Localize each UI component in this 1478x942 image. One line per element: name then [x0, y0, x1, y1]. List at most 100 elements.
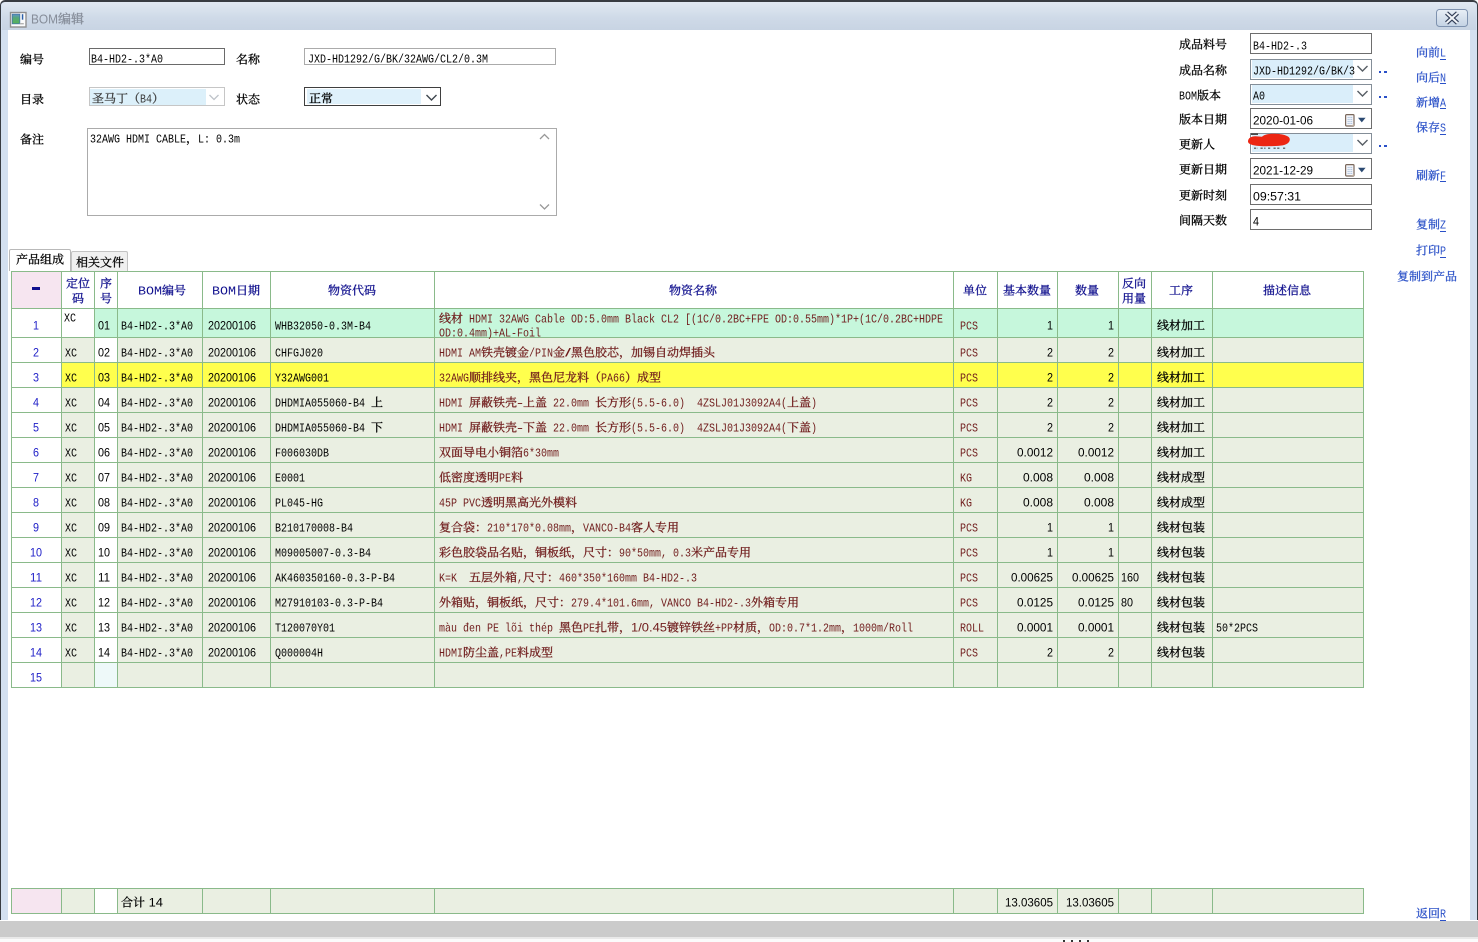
- svg-text:15: 15: [30, 670, 42, 684]
- svg-text:20200106: 20200106: [208, 645, 256, 659]
- svg-text:210*170*0.08mm: 210*170*0.08mm: [487, 521, 571, 535]
- svg-text:1: 1: [1108, 520, 1114, 534]
- svg-text:2: 2: [1047, 420, 1053, 434]
- svg-text:20200106: 20200106: [208, 595, 256, 609]
- svg-text:B4-HD2-.3*A0: B4-HD2-.3*A0: [121, 646, 193, 660]
- svg-text:,PE: ,PE: [499, 646, 517, 660]
- svg-text:2: 2: [1047, 345, 1053, 359]
- svg-text:11: 11: [98, 570, 110, 584]
- svg-text:01: 01: [98, 318, 110, 332]
- svg-text:2: 2: [1047, 395, 1053, 409]
- svg-text:OD:0.7*1.2mm: OD:0.7*1.2mm: [769, 621, 841, 635]
- svg-text:2: 2: [1047, 370, 1053, 384]
- svg-text:XC: XC: [65, 346, 77, 360]
- svg-text:1: 1: [1047, 520, 1053, 534]
- svg-text:22.0mm: 22.0mm: [547, 421, 595, 435]
- svg-text:PCS: PCS: [960, 446, 978, 460]
- svg-text:32AWG: 32AWG: [439, 371, 469, 385]
- svg-text:CHFGJ020: CHFGJ020: [275, 346, 323, 360]
- svg-text:09: 09: [98, 520, 110, 534]
- svg-text:90*50mm, 0.3: 90*50mm, 0.3: [619, 546, 691, 560]
- svg-text:5: 5: [33, 420, 39, 434]
- svg-text:,: ,: [517, 571, 523, 585]
- svg-text:BOM: BOM: [138, 285, 162, 299]
- svg-text:màu đen PE lõi thép: màu đen PE lõi thép: [439, 621, 559, 635]
- svg-text:05: 05: [98, 420, 110, 434]
- svg-text:11: 11: [30, 570, 42, 584]
- svg-text:PCS: PCS: [960, 521, 978, 535]
- svg-text:PL045-HG: PL045-HG: [275, 496, 323, 510]
- svg-text:B4-HD2-.3*A0: B4-HD2-.3*A0: [121, 471, 193, 485]
- svg-text:PCS: PCS: [960, 319, 978, 333]
- svg-text:1000m/Roll: 1000m/Roll: [853, 621, 913, 635]
- svg-text:KG: KG: [960, 471, 972, 485]
- svg-text:B4: B4: [140, 93, 152, 107]
- svg-text:XC: XC: [65, 646, 77, 660]
- svg-text:HDMI: HDMI: [439, 396, 469, 410]
- svg-text:0.008: 0.008: [1023, 495, 1053, 509]
- svg-text:20200106: 20200106: [208, 370, 256, 384]
- svg-text:20200106: 20200106: [208, 445, 256, 459]
- svg-text:HDMI: HDMI: [439, 421, 469, 435]
- svg-text:B4-HD2-.3*A0: B4-HD2-.3*A0: [121, 421, 193, 435]
- svg-text:8: 8: [33, 495, 39, 509]
- svg-text:M27910103-0.3-P-B4: M27910103-0.3-P-B4: [275, 596, 383, 610]
- svg-text:B4-HD2-.3*A0: B4-HD2-.3*A0: [121, 346, 193, 360]
- svg-text:Q000004H: Q000004H: [275, 646, 323, 660]
- svg-text:0.0125: 0.0125: [1078, 595, 1114, 609]
- svg-text:2: 2: [1108, 645, 1114, 659]
- svg-text:20200106: 20200106: [208, 345, 256, 359]
- svg-text:K=K: K=K: [439, 571, 469, 585]
- svg-text:DHDMIA055060-B4: DHDMIA055060-B4: [275, 396, 371, 410]
- svg-text:2: 2: [33, 345, 39, 359]
- svg-text:BOM: BOM: [212, 285, 236, 299]
- svg-text:20200106: 20200106: [208, 495, 256, 509]
- svg-text:JXD-HD1292/G/BK/3: JXD-HD1292/G/BK/3: [1253, 65, 1355, 79]
- svg-text:08: 08: [98, 495, 110, 509]
- svg-text:13.03605: 13.03605: [1066, 895, 1114, 909]
- svg-text:14: 14: [98, 645, 110, 659]
- svg-text:(5.5-6.0) 4ZSLJ01J3092A4(: (5.5-6.0) 4ZSLJ01J3092A4(: [631, 396, 787, 410]
- svg-text:02: 02: [98, 345, 110, 359]
- svg-text:2: 2: [1108, 420, 1114, 434]
- svg-text:PCS: PCS: [960, 346, 978, 360]
- svg-text:ROLL: ROLL: [960, 621, 984, 635]
- svg-text:PCS: PCS: [960, 371, 978, 385]
- svg-text:WHB32050-0.3M-B4: WHB32050-0.3M-B4: [275, 319, 371, 333]
- svg-text:XC: XC: [65, 546, 77, 560]
- svg-text:4: 4: [1253, 214, 1259, 228]
- svg-text:1/0.45: 1/0.45: [631, 620, 667, 634]
- svg-text:B4-HD2-.3*A0: B4-HD2-.3*A0: [121, 371, 193, 385]
- svg-text:OD:0.4mm)+AL-Foil: OD:0.4mm)+AL-Foil: [439, 327, 541, 341]
- svg-text:XC: XC: [65, 571, 77, 585]
- svg-text:04: 04: [98, 395, 110, 409]
- svg-text:20200106: 20200106: [208, 318, 256, 332]
- svg-text:B4-HD2-.3*A0: B4-HD2-.3*A0: [121, 496, 193, 510]
- svg-text:20200106: 20200106: [208, 570, 256, 584]
- svg-text:BOM: BOM: [31, 11, 58, 26]
- svg-text:-: -: [517, 395, 523, 409]
- svg-text:B4-HD2-.3*A0: B4-HD2-.3*A0: [121, 319, 193, 333]
- svg-text:1: 1: [1047, 545, 1053, 559]
- svg-text:160: 160: [1121, 570, 1139, 584]
- svg-text:(5.5-6.0) 4ZSLJ01J3092A4(: (5.5-6.0) 4ZSLJ01J3092A4(: [631, 421, 787, 435]
- svg-text:0.00625: 0.00625: [1011, 570, 1053, 584]
- svg-text:279.4*101.6mm, VANCO B4-HD2-.3: 279.4*101.6mm, VANCO B4-HD2-.3: [571, 596, 751, 610]
- svg-text:XC: XC: [65, 596, 77, 610]
- svg-text:80: 80: [1121, 595, 1133, 609]
- svg-text:0.0125: 0.0125: [1017, 595, 1053, 609]
- svg-text:F006030DB: F006030DB: [275, 446, 329, 460]
- svg-text:13.03605: 13.03605: [1005, 895, 1053, 909]
- svg-text:1: 1: [1108, 545, 1114, 559]
- svg-text:T120070Y01: T120070Y01: [275, 621, 335, 635]
- svg-text:L: 0.3m: L: 0.3m: [198, 133, 240, 147]
- svg-text:0.00625: 0.00625: [1072, 570, 1114, 584]
- svg-text:6: 6: [33, 445, 39, 459]
- svg-text:2: 2: [1108, 345, 1114, 359]
- svg-text:XC: XC: [65, 421, 77, 435]
- svg-text:B4-HD2-.3*A0: B4-HD2-.3*A0: [121, 396, 193, 410]
- svg-text:0.0012: 0.0012: [1078, 445, 1114, 459]
- svg-text:XC: XC: [64, 312, 76, 326]
- svg-text:14: 14: [30, 645, 42, 659]
- svg-text:12: 12: [30, 595, 42, 609]
